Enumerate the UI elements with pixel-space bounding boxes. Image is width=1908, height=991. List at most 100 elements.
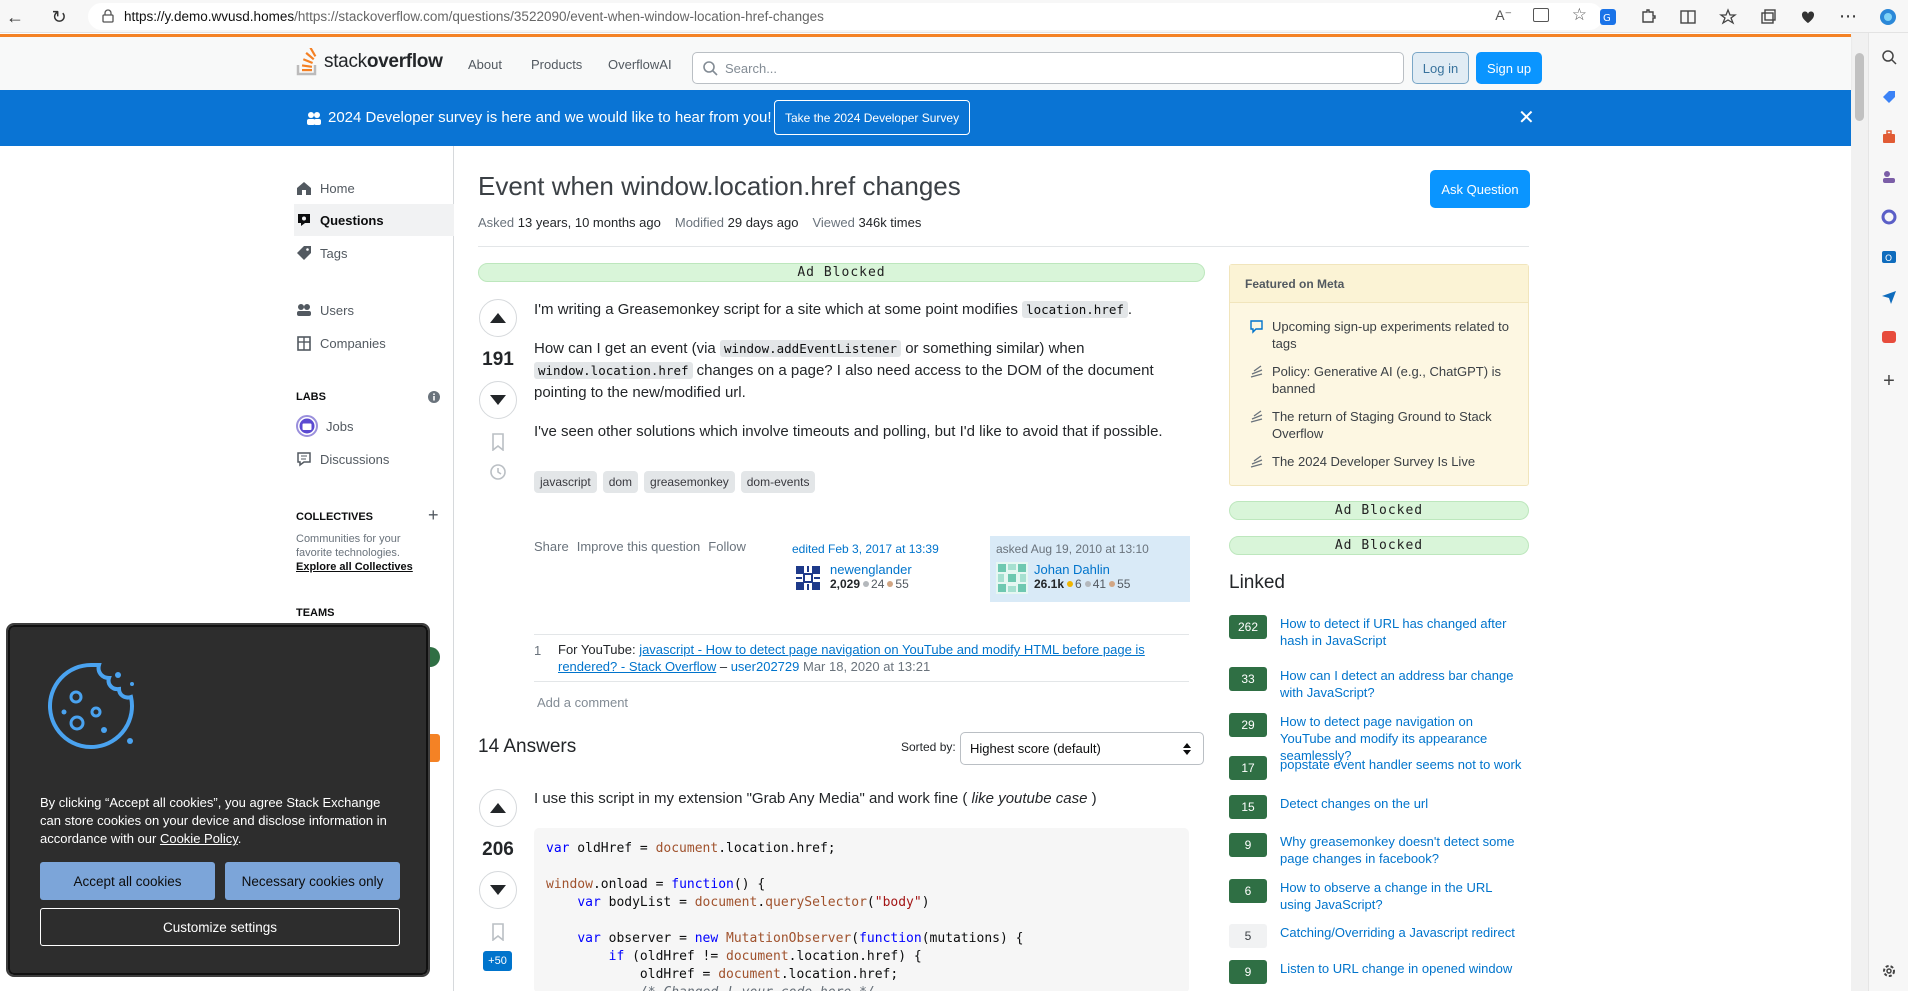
page-title: Event when window.location.href changes — [478, 171, 961, 201]
linked-item[interactable]: 33 How can I detect an address bar change… — [1229, 667, 1525, 701]
meta-item[interactable]: Upcoming sign-up experiments related to … — [1250, 318, 1520, 352]
improve-question-link[interactable]: Improve this question — [577, 539, 701, 554]
nav-products[interactable]: Products — [531, 57, 582, 72]
downvote-button[interactable] — [479, 871, 517, 909]
linked-title[interactable]: popstate event handler seems not to work — [1280, 756, 1525, 780]
linked-item[interactable]: 5 Catching/Overriding a Javascript redire… — [1229, 924, 1525, 948]
linked-title[interactable]: Why greasemonkey doesn't detect some pag… — [1280, 833, 1525, 867]
cookie-policy-link[interactable]: Cookie Policy — [160, 831, 238, 846]
answer-score: 206 — [482, 839, 514, 860]
upvote-button[interactable] — [479, 299, 517, 337]
share-link[interactable]: Share — [534, 539, 569, 554]
edited-link[interactable]: edited Feb 3, 2017 at 13:39 — [792, 542, 974, 556]
cookie-text: By clicking “Accept all cookies”, you ag… — [40, 795, 387, 846]
translate-icon[interactable]: G — [1588, 0, 1628, 33]
copilot-icon[interactable] — [1868, 0, 1908, 33]
scrollbar-thumb[interactable] — [1855, 53, 1864, 121]
outlook-icon[interactable]: O — [1869, 237, 1908, 277]
page-scrollbar[interactable] — [1851, 33, 1868, 991]
microsoft365-icon[interactable] — [1869, 197, 1908, 237]
arrow-up-icon — [490, 803, 506, 813]
sidebar-item-companies[interactable]: Companies — [294, 327, 386, 359]
linked-item[interactable]: 17 popstate event handler seems not to wo… — [1229, 756, 1525, 780]
customize-settings-button[interactable]: Customize settings — [40, 908, 400, 946]
bookmark-icon[interactable] — [491, 923, 505, 941]
collections-icon[interactable] — [1748, 0, 1788, 33]
shopping-tag-icon[interactable] — [1869, 77, 1908, 117]
tag-greasemonkey[interactable]: greasemonkey — [644, 471, 735, 493]
refresh-icon[interactable]: ↻ — [46, 4, 72, 30]
survey-button[interactable]: Take the 2024 Developer Survey — [774, 100, 971, 135]
site-logo[interactable]: stackoverflow — [296, 48, 443, 76]
survey-banner: 2024 Developer survey is here and we wou… — [0, 90, 1851, 146]
explore-collectives-link[interactable]: Explore all Collectives — [296, 561, 413, 573]
favorite-star-icon[interactable]: ☆ — [1572, 5, 1587, 25]
read-aloud-icon[interactable]: A⁻ — [1495, 7, 1512, 24]
sidebar-item-home[interactable]: Home — [294, 172, 355, 204]
info-icon[interactable] — [428, 391, 440, 403]
address-bar[interactable]: https://y.demo.wvusd.homes/https://stack… — [88, 3, 1603, 30]
follow-link[interactable]: Follow — [708, 539, 746, 554]
ask-question-button[interactable]: Ask Question — [1430, 170, 1530, 208]
add-icon[interactable]: + — [1869, 361, 1908, 401]
linked-title[interactable]: How to detect if URL has changed after h… — [1280, 615, 1525, 649]
linked-title[interactable]: Detect changes on the url — [1280, 795, 1525, 819]
games-icon[interactable] — [1869, 157, 1908, 197]
settings-gear-icon[interactable] — [1869, 951, 1908, 991]
linked-item[interactable]: 9 Why greasemonkey doesn't detect some pa… — [1229, 833, 1525, 867]
linked-title[interactable]: Catching/Overriding a Javascript redirec… — [1280, 924, 1525, 948]
search-icon[interactable] — [1869, 37, 1908, 77]
linked-item[interactable]: 262 How to detect if URL has changed afte… — [1229, 615, 1525, 649]
collectives-heading: COLLECTIVES — [296, 511, 374, 523]
linked-item[interactable]: 9 Listen to URL change in opened window — [1229, 960, 1525, 984]
sidebar-item-users[interactable]: Users — [294, 294, 354, 326]
send-icon[interactable] — [1869, 277, 1908, 317]
avatar[interactable] — [996, 562, 1028, 594]
meta-item[interactable]: The return of Staging Ground to Stack Ov… — [1250, 408, 1520, 442]
add-comment-link[interactable]: Add a comment — [537, 695, 628, 710]
meta-item[interactable]: The 2024 Developer Survey Is Live — [1250, 453, 1520, 470]
split-screen-icon[interactable] — [1668, 0, 1708, 33]
favorites-icon[interactable] — [1708, 0, 1748, 33]
editor-name[interactable]: newenglander — [830, 562, 912, 577]
downvote-button[interactable] — [479, 381, 517, 419]
signup-button[interactable]: Sign up — [1476, 52, 1542, 84]
linked-title[interactable]: How can I detect an address bar change w… — [1280, 667, 1525, 701]
add-collective-icon[interactable]: + — [428, 505, 439, 526]
tag-javascript[interactable]: javascript — [534, 471, 597, 493]
bookmark-icon[interactable] — [491, 433, 505, 451]
close-icon[interactable]: ✕ — [1518, 105, 1535, 130]
sidebar-item-tags[interactable]: Tags — [294, 237, 347, 269]
accept-all-cookies-button[interactable]: Accept all cookies — [40, 862, 215, 900]
sidebar-item-jobs[interactable]: Jobs — [294, 410, 353, 442]
login-button[interactable]: Log in — [1412, 52, 1469, 84]
linked-title[interactable]: Listen to URL change in opened window — [1280, 960, 1525, 984]
linked-item[interactable]: 15 Detect changes on the url — [1229, 795, 1525, 819]
nav-overflowai[interactable]: OverflowAI — [608, 57, 672, 72]
linked-title[interactable]: How to observe a change in the URL using… — [1280, 879, 1525, 913]
sort-select[interactable]: Highest score (default) — [960, 732, 1204, 765]
history-icon[interactable] — [489, 463, 507, 481]
tag-dom[interactable]: dom — [602, 471, 639, 493]
more-menu-icon[interactable]: ⋯ — [1828, 0, 1868, 33]
search-input[interactable]: Search... — [692, 52, 1404, 84]
avatar[interactable] — [792, 562, 824, 594]
necessary-cookies-button[interactable]: Necessary cookies only — [225, 862, 400, 900]
upvote-button[interactable] — [479, 789, 517, 827]
immersive-reader-icon[interactable] — [1533, 8, 1549, 22]
sidebar-item-discussions[interactable]: Discussions — [294, 443, 389, 475]
linked-item[interactable]: 6 How to observe a change in the URL usin… — [1229, 879, 1525, 913]
comment: 1 For YouTube: javascript - How to detec… — [534, 634, 1189, 682]
extensions-icon[interactable] — [1628, 0, 1668, 33]
linked-score: 33 — [1229, 667, 1267, 691]
nav-about[interactable]: About — [468, 57, 502, 72]
health-icon[interactable] — [1788, 0, 1828, 33]
back-icon[interactable]: ← — [2, 4, 28, 30]
app-icon[interactable] — [1869, 317, 1908, 357]
comment-user[interactable]: user202729 — [731, 659, 800, 674]
tools-icon[interactable] — [1869, 117, 1908, 157]
author-name[interactable]: Johan Dahlin — [1034, 562, 1130, 577]
meta-item[interactable]: Policy: Generative AI (e.g., ChatGPT) is… — [1250, 363, 1520, 397]
sidebar-item-questions[interactable]: Questions — [294, 204, 454, 236]
tag-dom-events[interactable]: dom-events — [740, 471, 816, 493]
